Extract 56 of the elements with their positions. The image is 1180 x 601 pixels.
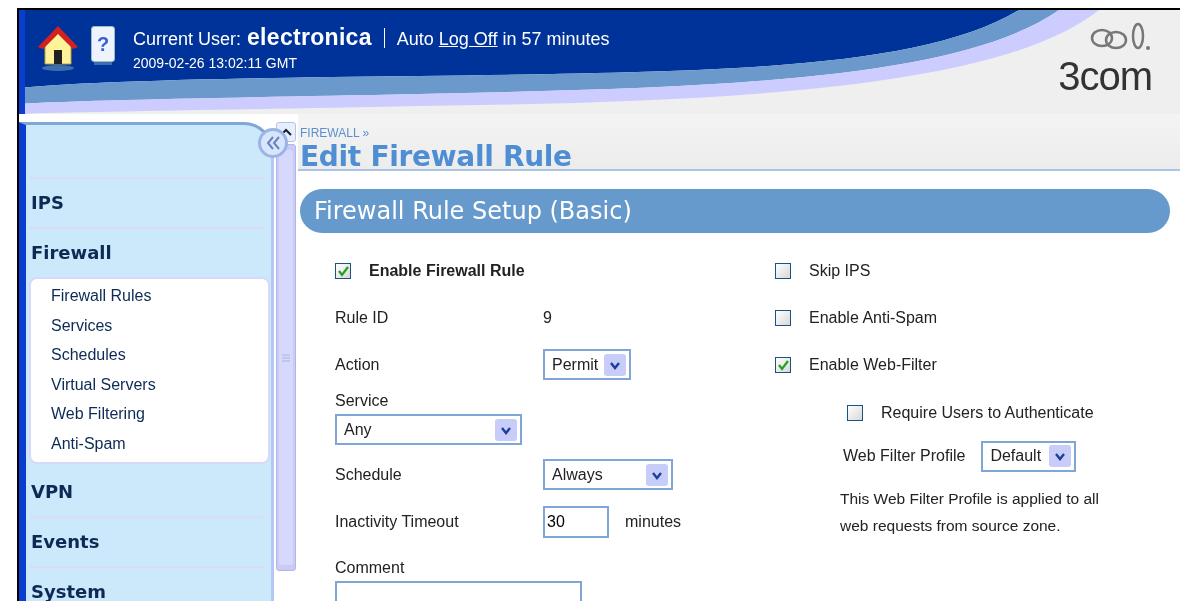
date-time: 2009-02-26 13:02:11 GMT [133,55,298,71]
sidebar-item[interactable]: System [29,566,264,601]
checkbox[interactable] [775,356,791,373]
help-button[interactable]: ? [91,26,115,62]
checkmark-icon [337,264,349,277]
user-name: electronica [247,24,372,51]
chevron-down-icon [1054,451,1067,461]
field-value: 9 [543,308,552,327]
checkmark-icon [777,358,789,371]
logoff-link[interactable]: Log Off [438,29,498,49]
submenu-item[interactable]: Firewall Rules [51,281,152,311]
dropdown-button[interactable] [495,418,517,441]
field-label: Comment [335,559,405,577]
logoff-notice: Auto Log Off in 57 minutes [396,29,610,50]
field-label: Rule ID [335,308,390,327]
field-label: Schedule [335,465,403,484]
submenu-item[interactable]: Anti-Spam [51,428,126,458]
help-text: This Web Filter Profile is applied to all web requests from source zone. [840,489,1100,536]
comment-field[interactable] [335,581,582,601]
home-icon[interactable] [37,24,79,72]
dropdown-button[interactable] [646,463,668,486]
dropdown[interactable]: Any [335,414,522,445]
checkbox[interactable] [775,262,791,279]
submenu-item[interactable]: Virtual Servers [51,369,156,399]
dropdown-button[interactable] [1049,445,1072,467]
section-header: Firewall Rule Setup (Basic) [300,189,1170,233]
dropdown[interactable]: Permit [543,349,631,380]
submenu-item[interactable]: Web Filtering [51,399,145,429]
chevron-up-icon [280,127,292,137]
sidebar-item[interactable]: IPS [29,177,264,227]
checkbox-label: Enable Web-Filter [809,355,937,374]
sidebar-item[interactable]: VPN [29,468,264,516]
dropdown-button[interactable] [604,353,626,376]
field-label: Inactivity Timeout [335,512,460,531]
field-label: Service [335,392,389,410]
user-label: Current User: [133,29,242,50]
page-title: Edit Firewall Rule [300,140,572,173]
sidebar-item[interactable]: Events [29,516,264,566]
field-label: Web Filter Profile [843,447,966,465]
number-field[interactable]: 30 [543,505,609,538]
checkbox-label: Enable Anti-Spam [809,308,938,327]
brand-logo: 3com [1058,56,1152,96]
unit-label: minutes [625,512,682,531]
checkbox-label: Require Users to Authenticate [881,403,1094,422]
submenu-item[interactable]: Schedules [51,340,126,370]
scrollbar-thumb[interactable] [279,150,293,565]
dropdown[interactable]: Always [543,459,673,490]
submenu-item[interactable]: Services [51,310,113,340]
checkbox[interactable] [335,262,351,279]
checkbox[interactable] [775,309,791,326]
checkbox[interactable] [847,404,863,421]
double-chevron-left-icon [265,135,281,151]
field-label: Action [335,355,381,374]
dropdown[interactable]: Default [981,440,1077,472]
checkbox-label: Enable Firewall Rule [369,261,525,280]
checkbox-label: Skip IPS [809,261,871,280]
